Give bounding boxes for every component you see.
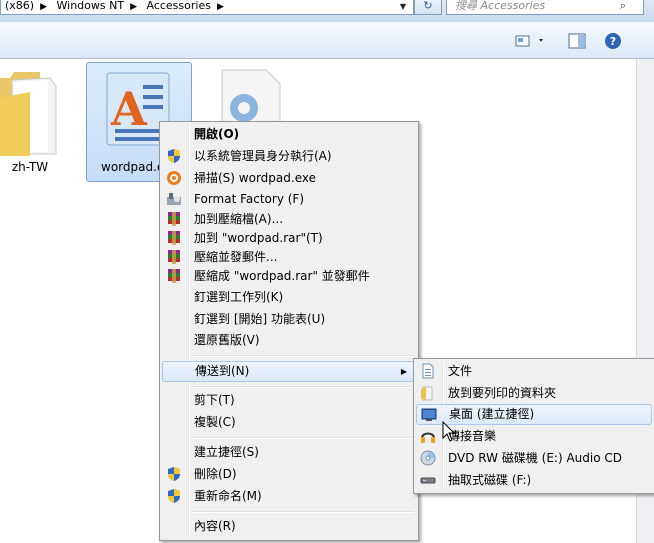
svg-text:A: A: [110, 82, 148, 136]
format-factory-icon: [167, 193, 181, 205]
file-item-zh-tw[interactable]: zh-TW: [0, 64, 70, 184]
dvd-drive-icon: [420, 450, 436, 466]
menu-item-label: 文件: [448, 364, 473, 378]
menu-item-label: 刪除(D): [194, 467, 237, 481]
menu-item-label: 掃描(S) wordpad.exe: [194, 171, 316, 185]
removable-drive-icon: [420, 477, 436, 484]
menu-item-label: 重新命名(M): [194, 489, 262, 503]
send-to-dvd-drive[interactable]: DVD RW 磁碟機 (E:) Audio CD: [416, 448, 652, 469]
menu-item-label: 加到 "wordpad.rar"(T): [194, 231, 323, 245]
preview-pane-icon: [568, 33, 586, 49]
refresh-icon: ↻: [423, 0, 433, 12]
preview-pane-button[interactable]: [564, 32, 590, 50]
address-bar[interactable]: (x86) ▶ Windows NT ▶ Accessories ▶: [0, 0, 414, 15]
help-icon: ?: [605, 33, 621, 49]
winrar-icon: [168, 231, 180, 245]
menu-item-send-to[interactable]: 傳送到(N) ▶: [162, 361, 414, 382]
menu-item-label: 桌面 (建立捷徑): [449, 407, 535, 421]
menu-separator: [192, 437, 414, 439]
winrar-icon: [168, 250, 180, 264]
antivirus-icon: [167, 171, 181, 185]
menu-item-label: 以系統管理員身分執行(A): [194, 149, 332, 163]
submenu-arrow-icon: ▶: [400, 367, 407, 376]
menu-item-format-factory[interactable]: Format Factory (F): [162, 189, 414, 210]
mouse-pointer-icon: [442, 421, 456, 442]
menu-separator: [192, 511, 414, 513]
menu-separator: [192, 386, 414, 388]
uac-shield-icon: [168, 467, 180, 481]
change-view-button[interactable]: [512, 32, 548, 50]
menu-item-label: 釘選到工作列(K): [194, 290, 284, 304]
uac-shield-icon: [168, 149, 180, 163]
menu-item-label: 傳送到(N): [195, 364, 250, 378]
folder-icon: [0, 72, 57, 156]
settings-file-icon: [221, 69, 281, 128]
svg-text:?: ?: [610, 35, 616, 48]
address-dropdown-icon[interactable]: ▼: [396, 0, 410, 14]
chevron-right-icon[interactable]: ▶: [130, 2, 137, 12]
menu-item-create-shortcut[interactable]: 建立捷徑(S): [162, 442, 414, 463]
document-icon: [422, 363, 434, 379]
folder-icon: [421, 386, 433, 401]
menu-item-compress-rar-email[interactable]: 壓縮成 "wordpad.rar" 並發郵件: [162, 266, 414, 287]
menu-item-label: 還原舊版(V): [194, 333, 260, 347]
menu-item-delete[interactable]: 刪除(D): [162, 464, 414, 485]
menu-item-label: DVD RW 磁碟機 (E:) Audio CD: [448, 451, 622, 465]
menu-item-pin-start[interactable]: 釘選到 [開始] 功能表(U): [162, 309, 414, 330]
menu-item-label: 開啟(O): [194, 127, 240, 141]
refresh-button[interactable]: ↻: [414, 0, 442, 15]
chevron-right-icon[interactable]: ▶: [40, 2, 47, 12]
send-to-removable-drive[interactable]: 抽取式磁碟 (F:): [416, 470, 652, 491]
menu-item-label: 放到要列印的資料夾: [448, 386, 557, 400]
uac-shield-icon: [168, 489, 180, 503]
breadcrumb-accessories[interactable]: Accessories: [146, 0, 210, 12]
send-to-documents[interactable]: 文件: [416, 361, 652, 382]
menu-item-label: 剪下(T): [194, 393, 235, 407]
menu-item-rename[interactable]: 重新命名(M): [162, 486, 414, 507]
help-button[interactable]: ?: [602, 32, 624, 50]
headphones-icon: [421, 432, 435, 443]
breadcrumb-windows-nt[interactable]: Windows NT: [57, 0, 125, 12]
menu-item-label: Format Factory (F): [194, 192, 305, 206]
menu-item-compress-email[interactable]: 壓縮並發郵件...: [162, 247, 414, 268]
menu-separator: [192, 355, 414, 357]
menu-item-add-to-rar[interactable]: 加到 "wordpad.rar"(T): [162, 228, 414, 249]
command-bar: ?: [0, 22, 654, 59]
breadcrumb-x86[interactable]: (x86): [5, 0, 34, 12]
menu-item-label: 釘選到 [開始] 功能表(U): [194, 312, 326, 326]
menu-item-label: 建立捷徑(S): [194, 445, 259, 459]
context-menu: 開啟(O) 以系統管理員身分執行(A) 掃描(S) wordpad.exe Fo…: [159, 121, 419, 541]
menu-item-scan[interactable]: 掃描(S) wordpad.exe: [162, 168, 414, 189]
file-name: zh-TW: [11, 160, 49, 174]
desktop-icon: [421, 408, 437, 421]
menu-item-restore-previous[interactable]: 還原舊版(V): [162, 330, 414, 351]
menu-item-label: 內容(R): [194, 519, 236, 533]
chevron-right-icon[interactable]: ▶: [217, 2, 224, 12]
menu-item-label: 加到壓縮檔(A)...: [194, 212, 284, 226]
menu-item-label: 抽取式磁碟 (F:): [448, 473, 532, 487]
menu-item-label: 壓縮並發郵件...: [194, 250, 278, 264]
winrar-icon: [168, 212, 180, 226]
menu-item-open[interactable]: 開啟(O): [162, 124, 414, 145]
send-to-print-folder[interactable]: 放到要列印的資料夾: [416, 383, 652, 404]
view-options-icon: [515, 35, 543, 47]
menu-item-pin-taskbar[interactable]: 釘選到工作列(K): [162, 287, 414, 308]
winrar-icon: [168, 269, 180, 283]
menu-item-label: 複製(C): [194, 415, 236, 429]
menu-item-run-as-admin[interactable]: 以系統管理員身分執行(A): [162, 146, 414, 167]
search-icon[interactable]: ⌕: [614, 0, 632, 14]
menu-item-copy[interactable]: 複製(C): [162, 412, 414, 433]
menu-item-label: 壓縮成 "wordpad.rar" 並發郵件: [194, 269, 370, 283]
address-bar-strip: (x86) ▶ Windows NT ▶ Accessories ▶ ▼ ↻ 搜尋 A…: [0, 0, 654, 23]
menu-item-properties[interactable]: 內容(R): [162, 516, 414, 537]
menu-item-add-to-archive[interactable]: 加到壓縮檔(A)...: [162, 209, 414, 230]
menu-item-cut[interactable]: 剪下(T): [162, 390, 414, 411]
